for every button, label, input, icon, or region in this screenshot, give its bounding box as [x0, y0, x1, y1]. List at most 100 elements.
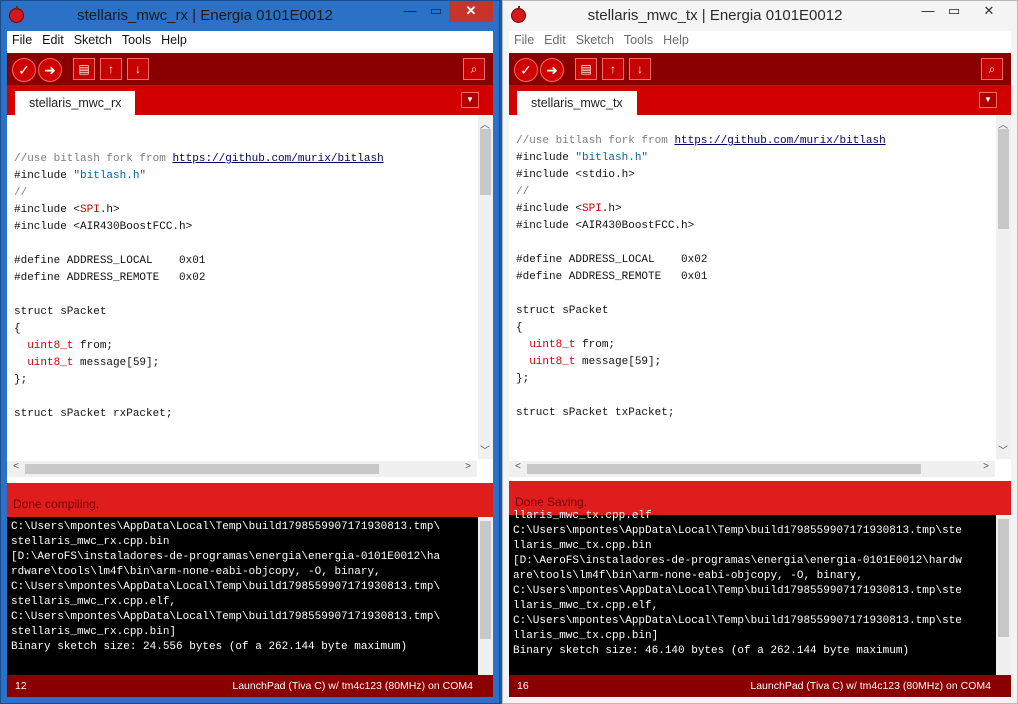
menu-tools[interactable]: Tools — [619, 31, 658, 47]
scroll-thumb[interactable] — [480, 521, 491, 639]
footer-bar: 16 LaunchPad (Tiva C) w/ tm4c123 (80MHz)… — [509, 675, 1011, 697]
code-text: from; — [73, 340, 114, 352]
check-icon[interactable]: ✓ — [514, 58, 538, 82]
new-file-icon[interactable]: ▤ — [575, 58, 597, 80]
board-info: LaunchPad (Tiva C) w/ tm4c123 (80MHz) on… — [750, 680, 991, 692]
code-keyword: uint8_t — [27, 357, 74, 369]
console-line: [D:\AeroFS\instaladores-de-programas\ene… — [11, 551, 441, 563]
open-up-icon[interactable]: ↑ — [100, 58, 122, 80]
serial-monitor-icon[interactable]: ⌕ — [981, 58, 1003, 80]
scroll-left-icon[interactable]: < — [9, 462, 23, 473]
scroll-down-icon[interactable]: ﹀ — [996, 442, 1010, 458]
open-up-icon[interactable]: ↑ — [602, 58, 624, 80]
code-editor[interactable]: //use bitlash fork from https://github.c… — [7, 115, 493, 479]
close-button[interactable]: ✕ — [449, 1, 493, 22]
save-down-icon[interactable]: ↓ — [629, 58, 651, 80]
save-down-icon[interactable]: ↓ — [127, 58, 149, 80]
menu-tools[interactable]: Tools — [117, 31, 156, 47]
minimize-button[interactable]: — — [915, 1, 941, 22]
code-line: }; — [14, 374, 28, 386]
console-line: C:\Users\mpontes\AppData\Local\Temp\buil… — [11, 521, 441, 533]
code-comment: // — [516, 186, 530, 198]
console-line: llaris_mwc_tx.cpp.bin — [513, 540, 652, 552]
code-line: #define ADDRESS_LOCAL 0x02 — [516, 254, 708, 266]
board-info: LaunchPad (Tiva C) w/ tm4c123 (80MHz) on… — [232, 680, 473, 692]
scroll-left-icon[interactable]: < — [511, 462, 525, 473]
titlebar[interactable]: stellaris_mwc_rx | Energia 0101E0012 — ▭… — [1, 1, 499, 31]
minimize-button[interactable]: — — [397, 1, 423, 22]
scroll-down-icon[interactable]: ﹀ — [478, 442, 492, 458]
scroll-thumb[interactable] — [527, 464, 921, 474]
code-link[interactable]: https://github.com/murix/bitlash — [172, 153, 383, 165]
code-line: #define ADDRESS_REMOTE 0x01 — [516, 271, 708, 283]
scroll-right-icon[interactable]: > — [461, 462, 475, 473]
code-line: { — [14, 323, 21, 335]
arrow-right-icon[interactable]: ➜ — [38, 58, 62, 82]
energia-app-icon — [511, 6, 526, 23]
code-line: #include <AIR430BoostFCC.h> — [516, 220, 695, 232]
maximize-button[interactable]: ▭ — [423, 1, 449, 22]
code-line: struct sPacket rxPacket; — [14, 408, 173, 420]
code-line: #include <stdio.h> — [516, 169, 635, 181]
console-output[interactable]: llaris_mwc_tx.cpp.elf C:\Users\mpontes\A… — [509, 510, 1011, 675]
toolbar: ✓ ➜ ▤ ↑ ↓ ⌕ — [509, 53, 1011, 85]
menu-sketch[interactable]: Sketch — [69, 31, 117, 47]
tab-sketch[interactable]: stellaris_mwc_tx — [517, 91, 637, 115]
new-file-icon[interactable]: ▤ — [73, 58, 95, 80]
menu-file[interactable]: File — [7, 31, 37, 47]
check-icon[interactable]: ✓ — [12, 58, 36, 82]
serial-monitor-icon[interactable]: ⌕ — [463, 58, 485, 80]
console-line: [D:\AeroFS\instaladores-de-programas\ene… — [513, 555, 962, 567]
ide-client: File Edit Sketch Tools Help ✓ ➜ ▤ ↑ ↓ ⌕ stel… — [509, 31, 1011, 697]
close-button[interactable]: ✕ — [967, 1, 1011, 22]
code-text: message[59]; — [73, 357, 160, 369]
console-line: C:\Users\mpontes\AppData\Local\Temp\buil… — [11, 611, 441, 623]
tab-menu-icon[interactable]: ▼ — [979, 92, 997, 108]
code-line: #include <AIR430BoostFCC.h> — [14, 221, 193, 233]
console-line: stellaris_mwc_rx.cpp.bin — [11, 536, 170, 548]
tabs-bar: stellaris_mwc_tx ▼ — [509, 85, 1011, 115]
status-text: Done compiling. — [13, 497, 100, 511]
tab-menu-icon[interactable]: ▼ — [461, 92, 479, 108]
console-line: rdware\tools\lm4f\bin\arm-none-eabi-objc… — [11, 566, 381, 578]
energia-app-icon — [9, 6, 24, 23]
maximize-button[interactable]: ▭ — [941, 1, 967, 22]
console-line: C:\Users\mpontes\AppData\Local\Temp\buil… — [513, 615, 962, 627]
code-editor[interactable]: //use bitlash fork from https://github.c… — [509, 115, 1011, 479]
console-scrollbar[interactable] — [478, 517, 493, 675]
code-string: "bitlash.h" — [575, 152, 649, 164]
menu-edit[interactable]: Edit — [37, 31, 69, 47]
console-line: Binary sketch size: 46.140 bytes (of a 2… — [513, 645, 910, 657]
scroll-thumb[interactable] — [998, 519, 1009, 637]
code-line: struct sPacket — [516, 305, 609, 317]
code-string: "bitlash.h" — [73, 170, 147, 182]
menu-sketch[interactable]: Sketch — [571, 31, 619, 47]
code-text: #include — [14, 170, 74, 182]
titlebar[interactable]: stellaris_mwc_tx | Energia 0101E0012 — ▭… — [503, 1, 1017, 31]
vertical-scrollbar[interactable]: ︿ ﹀ — [996, 115, 1011, 459]
code-comment: // — [14, 187, 28, 199]
menu-help[interactable]: Help — [658, 31, 694, 47]
menu-help[interactable]: Help — [156, 31, 192, 47]
menu-file[interactable]: File — [509, 31, 539, 47]
code-link[interactable]: https://github.com/murix/bitlash — [674, 135, 885, 147]
menu-bar: File Edit Sketch Tools Help — [509, 31, 1011, 51]
menu-edit[interactable]: Edit — [539, 31, 571, 47]
scroll-thumb[interactable] — [25, 464, 379, 474]
console-output[interactable]: C:\Users\mpontes\AppData\Local\Temp\buil… — [7, 517, 493, 675]
window-tx: stellaris_mwc_tx | Energia 0101E0012 — ▭… — [502, 0, 1018, 704]
scroll-thumb[interactable] — [998, 129, 1009, 229]
console-scrollbar[interactable] — [996, 515, 1011, 675]
scroll-thumb[interactable] — [480, 129, 491, 195]
vertical-scrollbar[interactable]: ︿ ﹀ — [478, 115, 493, 459]
tab-sketch[interactable]: stellaris_mwc_rx — [15, 91, 136, 115]
code-text: #include < — [14, 204, 81, 216]
scroll-right-icon[interactable]: > — [979, 462, 993, 473]
horizontal-scrollbar[interactable]: < > — [7, 461, 477, 477]
horizontal-scrollbar[interactable]: < > — [509, 461, 995, 477]
console-line: C:\Users\mpontes\AppData\Local\Temp\buil… — [11, 581, 441, 593]
arrow-right-icon[interactable]: ➜ — [540, 58, 564, 82]
